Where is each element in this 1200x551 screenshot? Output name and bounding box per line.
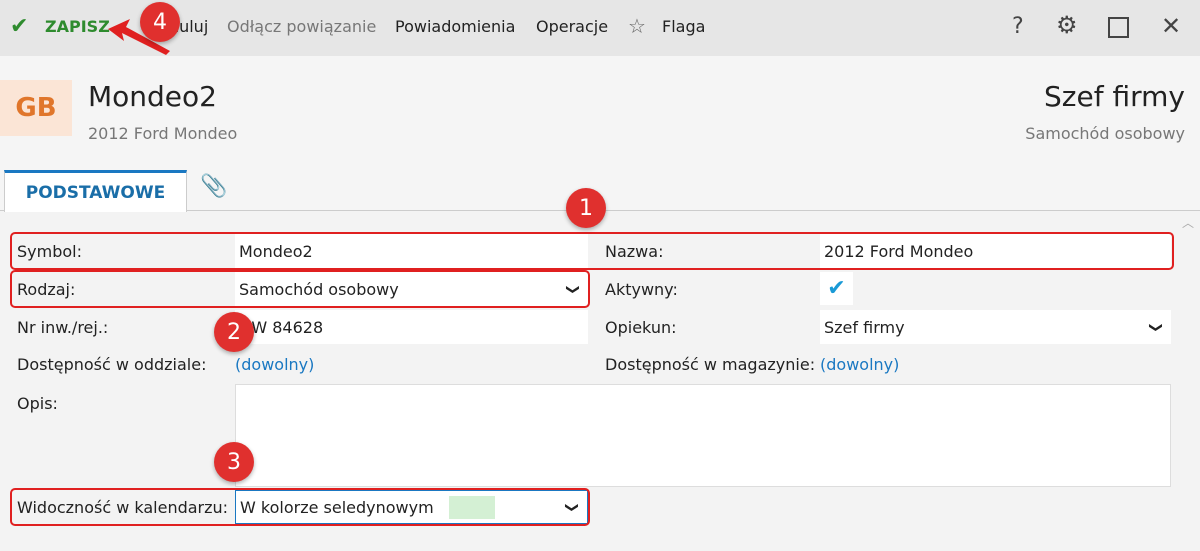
annotation-badge-3: 3	[214, 442, 254, 482]
owner-title: Szef firmy	[1044, 80, 1185, 113]
nr-input[interactable]: DW 84628	[235, 310, 588, 344]
avatar: GB	[0, 80, 72, 136]
type-subtitle: Samochód osobowy	[1025, 124, 1185, 143]
notifications-button[interactable]: Powiadomienia	[395, 17, 515, 36]
annotation-box-1	[10, 232, 1174, 270]
opiekun-select[interactable]: Szef firmy ❯	[820, 310, 1171, 344]
dost-magazyn-label: Dostępność w magazynie:	[605, 355, 816, 374]
flag-button[interactable]: Flaga	[662, 17, 705, 36]
dost-oddzial-link[interactable]: (dowolny)	[235, 355, 314, 374]
toolbar: ✔ ZAPISZ ✕ Anuluj Odłącz powiązanie Powi…	[0, 0, 1200, 56]
gear-icon[interactable]: ⚙	[1056, 11, 1078, 39]
operations-button[interactable]: Operacje	[536, 17, 608, 36]
opiekun-label: Opiekun:	[605, 318, 677, 337]
annotation-badge-4: 4	[140, 2, 180, 42]
check-icon: ✔	[10, 14, 29, 39]
opiekun-value: Szef firmy	[824, 317, 905, 337]
annotation-badge-1: 1	[566, 188, 606, 228]
annotation-box-3	[10, 488, 590, 526]
aktywny-checkbox[interactable]: ✔	[820, 272, 853, 305]
dost-magazyn-link[interactable]: (dowolny)	[820, 355, 899, 374]
chevron-down-icon: ❯	[1148, 321, 1164, 333]
opis-textarea[interactable]	[235, 384, 1171, 487]
annotation-badge-2: 2	[214, 312, 254, 352]
tab-podstawowe[interactable]: PODSTAWOWE	[4, 170, 187, 212]
nr-label: Nr inw./rej.:	[17, 318, 109, 337]
opis-label: Opis:	[17, 394, 58, 413]
record-header: GB Mondeo2 2012 Ford Mondeo Szef firmy S…	[0, 56, 1200, 166]
close-icon[interactable]: ✕	[1161, 12, 1181, 40]
star-icon: ☆	[628, 14, 646, 38]
paperclip-icon[interactable]: 📎	[200, 174, 227, 199]
dost-oddzial-label: Dostępność w oddziale:	[17, 355, 207, 374]
scroll-up-icon[interactable]: ︿	[1182, 214, 1194, 231]
record-subtitle: 2012 Ford Mondeo	[88, 124, 238, 143]
maximize-icon[interactable]	[1108, 17, 1129, 38]
record-title: Mondeo2	[88, 80, 217, 113]
annotation-box-2	[10, 270, 590, 308]
aktywny-label: Aktywny:	[605, 280, 678, 299]
unlink-button[interactable]: Odłącz powiązanie	[227, 17, 376, 36]
help-button[interactable]: ?	[1012, 14, 1024, 39]
